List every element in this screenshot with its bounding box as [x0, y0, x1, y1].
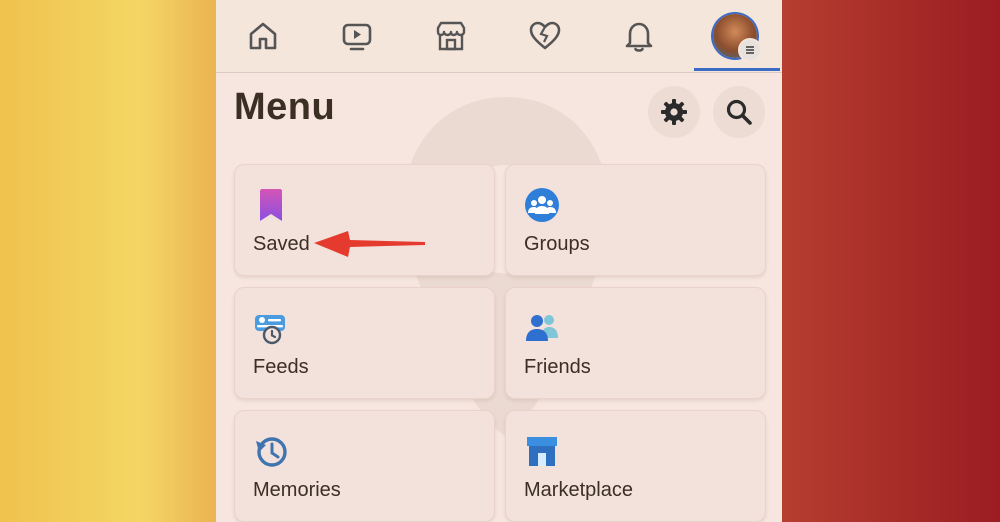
search-icon [726, 99, 752, 125]
marketplace-icon [436, 21, 466, 51]
tab-marketplace[interactable] [404, 0, 498, 72]
shortcut-groups[interactable]: Groups [505, 164, 766, 276]
heart-icon [529, 21, 561, 50]
tab-notifications[interactable] [592, 0, 686, 72]
shortcut-label: Saved [253, 233, 310, 255]
gear-icon [661, 99, 687, 125]
marketplace-icon [527, 437, 557, 466]
feeds-icon [255, 315, 285, 345]
memories-icon [256, 437, 287, 467]
tab-video[interactable] [310, 0, 404, 72]
home-icon [249, 22, 277, 50]
tab-home[interactable] [216, 0, 310, 72]
friends-icon [526, 315, 558, 341]
bell-icon [625, 22, 653, 52]
tab-dating[interactable] [498, 0, 592, 72]
bookmark-icon [260, 189, 282, 221]
shortcut-label: Feeds [253, 356, 309, 378]
top-navigation-bar [216, 0, 782, 73]
annotation-arrow [314, 231, 425, 257]
shortcut-feeds[interactable]: Feeds [234, 287, 495, 399]
page-title: Menu [234, 86, 336, 128]
shortcut-label: Groups [524, 233, 590, 255]
settings-button[interactable] [648, 86, 700, 138]
shortcut-label: Memories [253, 479, 341, 501]
video-icon [342, 23, 372, 51]
active-tab-indicator [694, 68, 780, 71]
shortcut-memories[interactable]: Memories [234, 410, 495, 522]
search-button[interactable] [713, 86, 765, 138]
facebook-menu-screen: Menu Saved Groups Feeds Friends Memories… [216, 0, 782, 522]
hamburger-icon [738, 38, 762, 62]
shortcut-friends[interactable]: Friends [505, 287, 766, 399]
shortcut-marketplace[interactable]: Marketplace [505, 410, 766, 522]
shortcut-label: Marketplace [524, 479, 633, 501]
shortcut-label: Friends [524, 356, 591, 378]
groups-icon [525, 188, 559, 222]
